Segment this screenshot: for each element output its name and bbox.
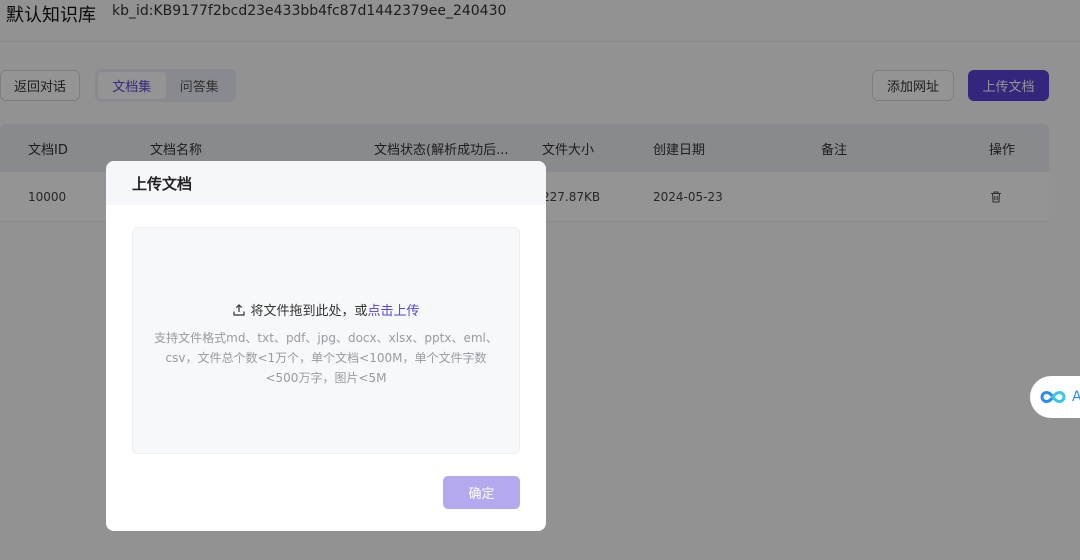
infinity-icon xyxy=(1040,390,1066,404)
dialog-header: 上传文档 xyxy=(106,161,546,205)
upload-dialog: 上传文档 将文件拖到此处，或 点击上传 支持文件格式md、txt、pdf、jpg… xyxy=(106,161,546,531)
assistant-widget[interactable]: A xyxy=(1030,376,1080,418)
click-upload-link[interactable]: 点击上传 xyxy=(368,300,420,319)
dialog-title: 上传文档 xyxy=(132,175,193,193)
assistant-widget-label: A xyxy=(1072,389,1080,405)
upload-icon xyxy=(233,303,246,316)
dropzone-instruction: 将文件拖到此处，或 点击上传 xyxy=(133,300,519,319)
file-dropzone[interactable]: 将文件拖到此处，或 点击上传 支持文件格式md、txt、pdf、jpg、docx… xyxy=(132,227,520,454)
dropzone-hint: 支持文件格式md、txt、pdf、jpg、docx、xlsx、pptx、eml、… xyxy=(154,331,498,385)
confirm-button[interactable]: 确定 xyxy=(443,476,520,509)
dropzone-text: 将文件拖到此处，或 xyxy=(250,304,368,319)
